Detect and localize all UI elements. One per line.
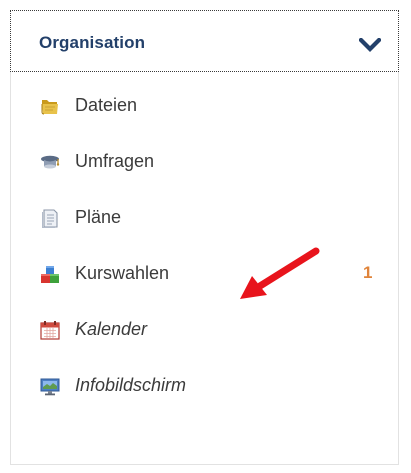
organisation-title: Organisation (39, 33, 146, 52)
menu-item-infobildschirm[interactable]: Infobildschirm (11, 358, 398, 414)
organisation-header[interactable]: Organisation (10, 10, 399, 72)
monitor-icon (40, 378, 60, 396)
chevron-down-icon[interactable] (359, 38, 381, 52)
menu-item-label: Pläne (75, 207, 122, 227)
menu-item-label: Infobildschirm (75, 375, 187, 395)
menu-item-umfragen[interactable]: Umfragen (11, 134, 398, 190)
menu-item-badge: 1 (363, 263, 373, 282)
menu-item-kalender[interactable]: Kalender (11, 302, 398, 358)
menu-item-label: Kalender (75, 319, 148, 339)
menu-item-plaene[interactable]: Pläne (11, 190, 398, 246)
blocks-icon (41, 266, 59, 283)
menu-item-label: Dateien (75, 95, 138, 115)
document-icon (42, 209, 58, 228)
calendar-icon (40, 321, 60, 340)
organisation-menu: Organisation Dateien Umfragen Pläne Kurs… (0, 0, 411, 473)
survey-icon (41, 155, 60, 169)
menu-item-kurswahlen[interactable]: Kurswahlen 1 (11, 246, 398, 302)
menu-item-label: Kurswahlen (75, 263, 170, 283)
folder-icon (41, 100, 58, 115)
menu-item-dateien[interactable]: Dateien (11, 78, 398, 134)
organisation-item-list: Dateien Umfragen Pläne Kurswahlen 1 Kale… (10, 72, 399, 465)
menu-item-label: Umfragen (75, 151, 155, 171)
